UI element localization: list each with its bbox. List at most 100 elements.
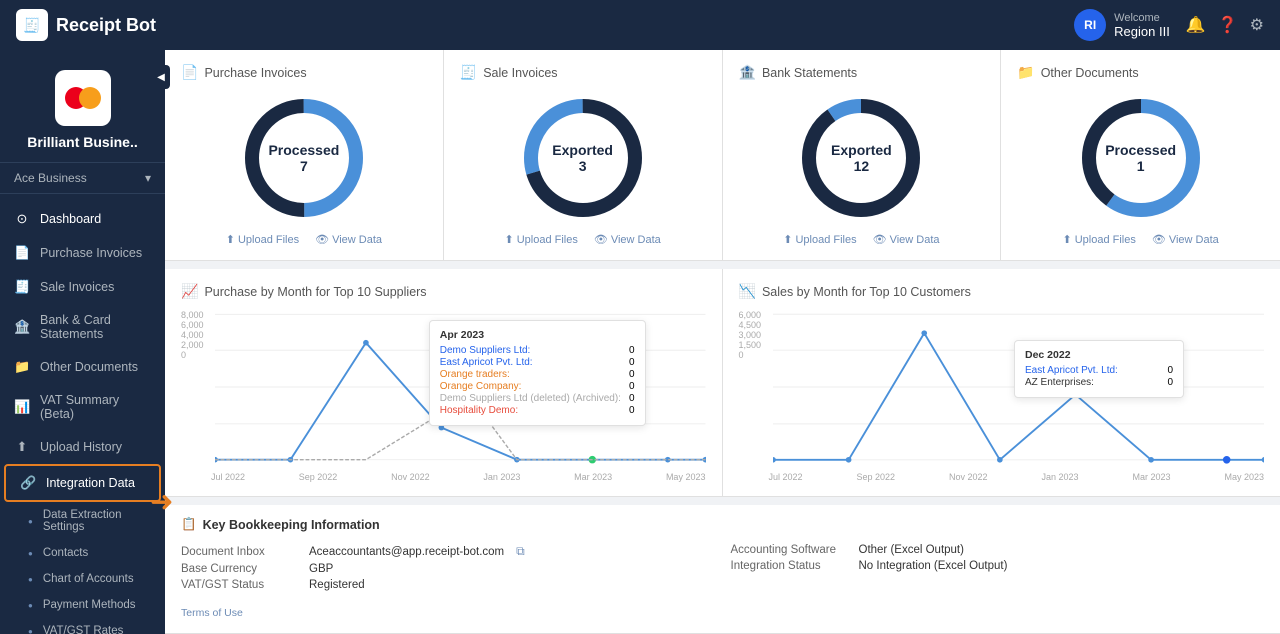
view-data-button[interactable]: 👁 View Data bbox=[1152, 233, 1219, 246]
view-icon: 👁 bbox=[1152, 233, 1166, 246]
sale-card-icon: 🧾 bbox=[460, 64, 477, 81]
sidebar-item-bank-card[interactable]: 🏦 Bank & Card Statements bbox=[0, 304, 165, 350]
sub-bullet-icon: ● bbox=[28, 575, 33, 584]
purchase-chart-title: 📈 Purchase by Month for Top 10 Suppliers bbox=[181, 283, 706, 300]
tooltip-item: AZ Enterprises: 0 bbox=[1025, 377, 1173, 388]
card-header: 🧾 Sale Invoices bbox=[460, 64, 706, 81]
tooltip-title: Dec 2022 bbox=[1025, 349, 1173, 361]
sidebar-subitem-data-extraction[interactable]: ● Data Extraction Settings bbox=[0, 502, 165, 540]
sidebar-collapse-button[interactable]: ◀ bbox=[152, 65, 165, 89]
sidebar-item-dashboard[interactable]: ⊙ Dashboard bbox=[0, 202, 165, 236]
bk-value: Aceaccountants@app.receipt-bot.com bbox=[309, 546, 504, 558]
ace-business-label: Ace Business bbox=[14, 171, 87, 185]
sidebar-item-integration-data[interactable]: 🔗 Integration Data bbox=[4, 464, 161, 502]
upload-files-button[interactable]: ⬆ Upload Files bbox=[504, 233, 577, 246]
purchase-y-labels: 8,000 6,000 4,000 2,000 0 bbox=[181, 310, 215, 360]
card-title: Bank Statements bbox=[762, 66, 857, 80]
sidebar-item-upload-history[interactable]: ⬆ Upload History bbox=[0, 430, 165, 464]
view-label: View Data bbox=[611, 234, 661, 246]
purchase-x-labels: Jul 2022 Sep 2022 Nov 2022 Jan 2023 Mar … bbox=[181, 470, 706, 482]
card-title: Other Documents bbox=[1041, 66, 1139, 80]
sidebar-subitem-payment-methods[interactable]: ● Payment Methods bbox=[0, 592, 165, 618]
username-label: Region III bbox=[1114, 24, 1170, 39]
terms-row: Terms of Use bbox=[181, 603, 1264, 621]
chart-title-text: Sales by Month for Top 10 Customers bbox=[762, 285, 971, 299]
upload-files-button[interactable]: ⬆ Upload Files bbox=[226, 233, 299, 246]
header-icons: 🔔 ❓ ⚙ bbox=[1186, 15, 1264, 35]
bank-icon: 🏦 bbox=[14, 319, 30, 335]
sidebar-item-label: Integration Data bbox=[46, 476, 135, 490]
upload-files-button[interactable]: ⬆ Upload Files bbox=[1062, 233, 1135, 246]
sidebar-item-label: VAT Summary (Beta) bbox=[40, 393, 151, 421]
card-actions: ⬆ Upload Files 👁 View Data bbox=[783, 233, 939, 246]
donut-sale: Exported 3 bbox=[518, 93, 648, 223]
logo-icon: 🧾 bbox=[16, 9, 48, 41]
upload-label: Upload Files bbox=[795, 234, 856, 246]
upload-icon: ⬆ bbox=[226, 233, 235, 246]
welcome-label: Welcome bbox=[1114, 12, 1170, 24]
sales-chart-panel: 📉 Sales by Month for Top 10 Customers 6,… bbox=[723, 269, 1280, 496]
section-title-text: Key Bookkeeping Information bbox=[203, 518, 380, 532]
notification-icon[interactable]: 🔔 bbox=[1186, 15, 1206, 35]
donut-text: Processed 7 bbox=[268, 142, 339, 174]
view-icon: 👁 bbox=[315, 233, 329, 246]
donut-value: 7 bbox=[268, 158, 339, 174]
tooltip-item: Orange Company: 0 bbox=[440, 381, 635, 392]
sidebar-item-other-docs[interactable]: 📁 Other Documents bbox=[0, 350, 165, 384]
sidebar-brand: Brilliant Busine.. bbox=[0, 50, 165, 163]
sales-chart-area: Dec 2022 East Apricot Pvt. Ltd: 0 AZ Ent… bbox=[773, 310, 1265, 470]
terms-of-use-link[interactable]: Terms of Use bbox=[181, 607, 243, 619]
sidebar-subitem-contacts[interactable]: ● Contacts bbox=[0, 540, 165, 566]
sidebar-subitem-chart-accounts[interactable]: ● Chart of Accounts bbox=[0, 566, 165, 592]
card-actions: ⬆ Upload Files 👁 View Data bbox=[1062, 233, 1218, 246]
upload-icon: ⬆ bbox=[783, 233, 792, 246]
bookkeeping-section: 📋 Key Bookkeeping Information Document I… bbox=[165, 497, 1280, 633]
sidebar-item-purchase-invoices[interactable]: 📄 Purchase Invoices bbox=[0, 236, 165, 270]
dashboard-icon: ⊙ bbox=[14, 211, 30, 227]
view-data-button[interactable]: 👁 View Data bbox=[315, 233, 382, 246]
sidebar-item-label: Upload History bbox=[40, 440, 122, 454]
view-data-button[interactable]: 👁 View Data bbox=[594, 233, 661, 246]
sidebar-subitem-vat-gst-rates[interactable]: ● VAT/GST Rates bbox=[0, 618, 165, 634]
card-sale-invoices: 🧾 Sale Invoices Exported 3 bbox=[444, 50, 723, 260]
app-header: 🧾 Receipt Bot RI Welcome Region III 🔔 ❓ … bbox=[0, 0, 1280, 50]
tooltip-item: Orange traders: 0 bbox=[440, 369, 635, 380]
tooltip-item: East Apricot Pvt. Ltd: 0 bbox=[1025, 365, 1173, 376]
avatar[interactable]: RI bbox=[1074, 9, 1106, 41]
sale-invoices-icon: 🧾 bbox=[14, 279, 30, 295]
view-label: View Data bbox=[890, 234, 940, 246]
bk-label: VAT/GST Status bbox=[181, 579, 301, 591]
purchase-chart-panel: 📈 Purchase by Month for Top 10 Suppliers… bbox=[165, 269, 723, 496]
bk-value: Registered bbox=[309, 579, 365, 591]
copy-icon[interactable]: ⧉ bbox=[516, 544, 525, 559]
settings-icon[interactable]: ⚙ bbox=[1250, 15, 1264, 35]
purchase-chart-area: Apr 2023 Demo Suppliers Ltd: 0 East Apri… bbox=[215, 310, 706, 470]
sidebar-item-vat-summary[interactable]: 📊 VAT Summary (Beta) bbox=[0, 384, 165, 430]
view-label: View Data bbox=[1169, 234, 1219, 246]
tooltip-item: Hospitality Demo: 0 bbox=[440, 405, 635, 416]
ace-business-selector[interactable]: Ace Business ▾ bbox=[0, 163, 165, 194]
sub-bullet-icon: ● bbox=[28, 627, 33, 634]
help-icon[interactable]: ❓ bbox=[1218, 15, 1238, 35]
bk-integration-status: Integration Status No Integration (Excel… bbox=[731, 558, 1265, 574]
tooltip-item: Demo Suppliers Ltd (deleted) (Archived):… bbox=[440, 393, 635, 404]
donut-status: Processed bbox=[1105, 142, 1176, 158]
upload-files-button[interactable]: ⬆ Upload Files bbox=[783, 233, 856, 246]
sidebar-item-sale-invoices[interactable]: 🧾 Sale Invoices bbox=[0, 270, 165, 304]
donut-value: 12 bbox=[831, 158, 892, 174]
view-data-button[interactable]: 👁 View Data bbox=[873, 233, 940, 246]
bk-value: GBP bbox=[309, 563, 333, 575]
chart-icon: 📉 bbox=[739, 283, 756, 300]
sub-bullet-icon: ● bbox=[28, 549, 33, 558]
sidebar-nav: ⊙ Dashboard 📄 Purchase Invoices 🧾 Sale I… bbox=[0, 194, 165, 634]
integration-icon: 🔗 bbox=[20, 475, 36, 491]
bk-base-currency: Base Currency GBP bbox=[181, 561, 715, 577]
sidebar-subitem-label: Contacts bbox=[43, 547, 88, 559]
card-bank-statements: 🏦 Bank Statements Exported 12 bbox=[723, 50, 1002, 260]
vat-icon: 📊 bbox=[14, 399, 30, 415]
bk-value: No Integration (Excel Output) bbox=[859, 560, 1008, 572]
card-actions: ⬆ Upload Files 👁 View Data bbox=[504, 233, 660, 246]
bk-label: Integration Status bbox=[731, 560, 851, 572]
donut-value: 3 bbox=[552, 158, 613, 174]
donut-text: Exported 3 bbox=[552, 142, 613, 174]
